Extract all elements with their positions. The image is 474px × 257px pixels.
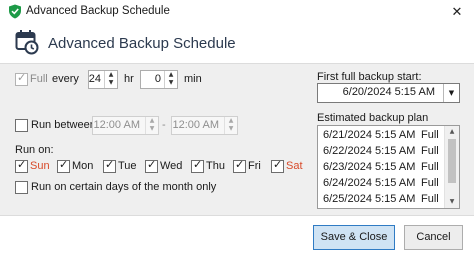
end-time-input[interactable]: 12:00 AM ▲ ▼ — [171, 116, 238, 135]
dropdown-arrow-icon[interactable]: ▼ — [443, 84, 459, 102]
dialog-footer: Save & Close Cancel — [0, 216, 474, 257]
full-label: Full — [30, 73, 48, 85]
minutes-value: 0 — [154, 73, 161, 85]
start-time-down-icon[interactable]: ▼ — [146, 125, 158, 133]
day-mon-label: Mon — [72, 160, 94, 172]
plan-date: 6/24/2024 5:15 AM — [323, 177, 416, 189]
end-time-up-icon[interactable]: ▲ — [225, 117, 237, 125]
every-label: every — [52, 73, 79, 85]
list-item[interactable]: 6/23/2024 5:15 AM Full — [318, 160, 442, 176]
day-mon-checkbox[interactable] — [57, 158, 70, 173]
plan-type: Full — [421, 129, 439, 141]
start-time-value: 12:00 AM — [93, 119, 140, 131]
day-tue-checkbox[interactable] — [103, 158, 116, 173]
hours-unit-label: hr — [124, 73, 134, 85]
day-fri-checkbox[interactable] — [233, 158, 246, 173]
day-sun-label: Sun — [30, 160, 50, 172]
settings-panel: Full every 24 ▲▼ hr 0 ▲▼ min Run between… — [0, 63, 474, 216]
day-tue-label: Tue — [118, 160, 137, 172]
list-item[interactable]: 6/21/2024 5:15 AM Full — [318, 128, 442, 144]
plan-date: 6/25/2024 5:15 AM — [323, 193, 416, 205]
time-range-separator: - — [162, 119, 166, 131]
scroll-down-icon[interactable]: ▼ — [445, 196, 459, 208]
calendar-clock-icon — [15, 30, 39, 55]
hours-down-icon[interactable]: ▼ — [105, 79, 117, 87]
day-thu-label: Thu — [206, 160, 225, 172]
end-time-value: 12:00 AM — [172, 119, 219, 131]
save-close-button[interactable]: Save & Close — [313, 225, 395, 250]
run-between-label: Run between — [31, 119, 96, 131]
scroll-thumb[interactable] — [448, 139, 456, 183]
close-icon[interactable]: ✕ — [446, 1, 468, 23]
start-time-up-icon[interactable]: ▲ — [146, 117, 158, 125]
minutes-unit-label: min — [184, 73, 202, 85]
estimated-plan-label: Estimated backup plan — [317, 112, 429, 124]
dialog-header: Advanced Backup Schedule — [0, 24, 474, 63]
end-time-down-icon[interactable]: ▼ — [225, 125, 237, 133]
day-thu-checkbox[interactable] — [191, 158, 204, 173]
list-scrollbar[interactable]: ▲ ▼ — [444, 126, 459, 208]
plan-date: 6/23/2024 5:15 AM — [323, 161, 416, 173]
first-backup-datetime-picker[interactable]: 6/20/2024 5:15 AM ▼ — [317, 83, 460, 103]
minutes-up-icon[interactable]: ▲ — [165, 71, 177, 79]
run-between-checkbox[interactable] — [15, 119, 28, 132]
plan-date: 6/22/2024 5:15 AM — [323, 145, 416, 157]
cancel-button[interactable]: Cancel — [404, 225, 463, 250]
hours-value: 24 — [88, 73, 101, 85]
scroll-up-icon[interactable]: ▲ — [445, 126, 459, 138]
day-wed-label: Wed — [160, 160, 183, 172]
hours-spinner[interactable]: 24 ▲ ▼ — [88, 70, 118, 89]
day-sun-checkbox[interactable] — [15, 158, 28, 173]
plan-date: 6/21/2024 5:15 AM — [323, 129, 416, 141]
page-title: Advanced Backup Schedule — [48, 35, 236, 52]
minutes-down-icon[interactable]: ▼ — [165, 79, 177, 87]
day-wed-checkbox[interactable] — [145, 158, 158, 173]
title-bar: Advanced Backup Schedule ✕ — [0, 0, 474, 24]
start-time-input[interactable]: 12:00 AM ▲ ▼ — [92, 116, 159, 135]
month-days-checkbox[interactable] — [15, 181, 28, 194]
day-sat-checkbox[interactable] — [271, 158, 284, 173]
estimated-plan-list[interactable]: 6/21/2024 5:15 AM Full 6/22/2024 5:15 AM… — [317, 125, 460, 209]
month-days-label: Run on certain days of the month only — [31, 181, 217, 193]
minutes-spinner[interactable]: 0 ▲ ▼ — [140, 70, 178, 89]
day-sat-label: Sat — [286, 160, 303, 172]
day-fri-label: Fri — [248, 160, 261, 172]
full-checkbox[interactable] — [15, 71, 28, 86]
shield-icon — [9, 4, 21, 19]
list-item[interactable]: 6/24/2024 5:15 AM Full — [318, 176, 442, 192]
plan-type: Full — [421, 145, 439, 157]
first-backup-label: First full backup start: — [317, 71, 422, 83]
plan-type: Full — [421, 177, 439, 189]
hours-up-icon[interactable]: ▲ — [105, 71, 117, 79]
list-item[interactable]: 6/22/2024 5:15 AM Full — [318, 144, 442, 160]
first-backup-value: 6/20/2024 5:15 AM — [342, 86, 435, 98]
window-title: Advanced Backup Schedule — [26, 5, 170, 17]
list-item[interactable]: 6/25/2024 5:15 AM Full — [318, 192, 442, 208]
plan-type: Full — [421, 193, 439, 205]
run-on-label: Run on: — [15, 144, 54, 156]
plan-type: Full — [421, 161, 439, 173]
